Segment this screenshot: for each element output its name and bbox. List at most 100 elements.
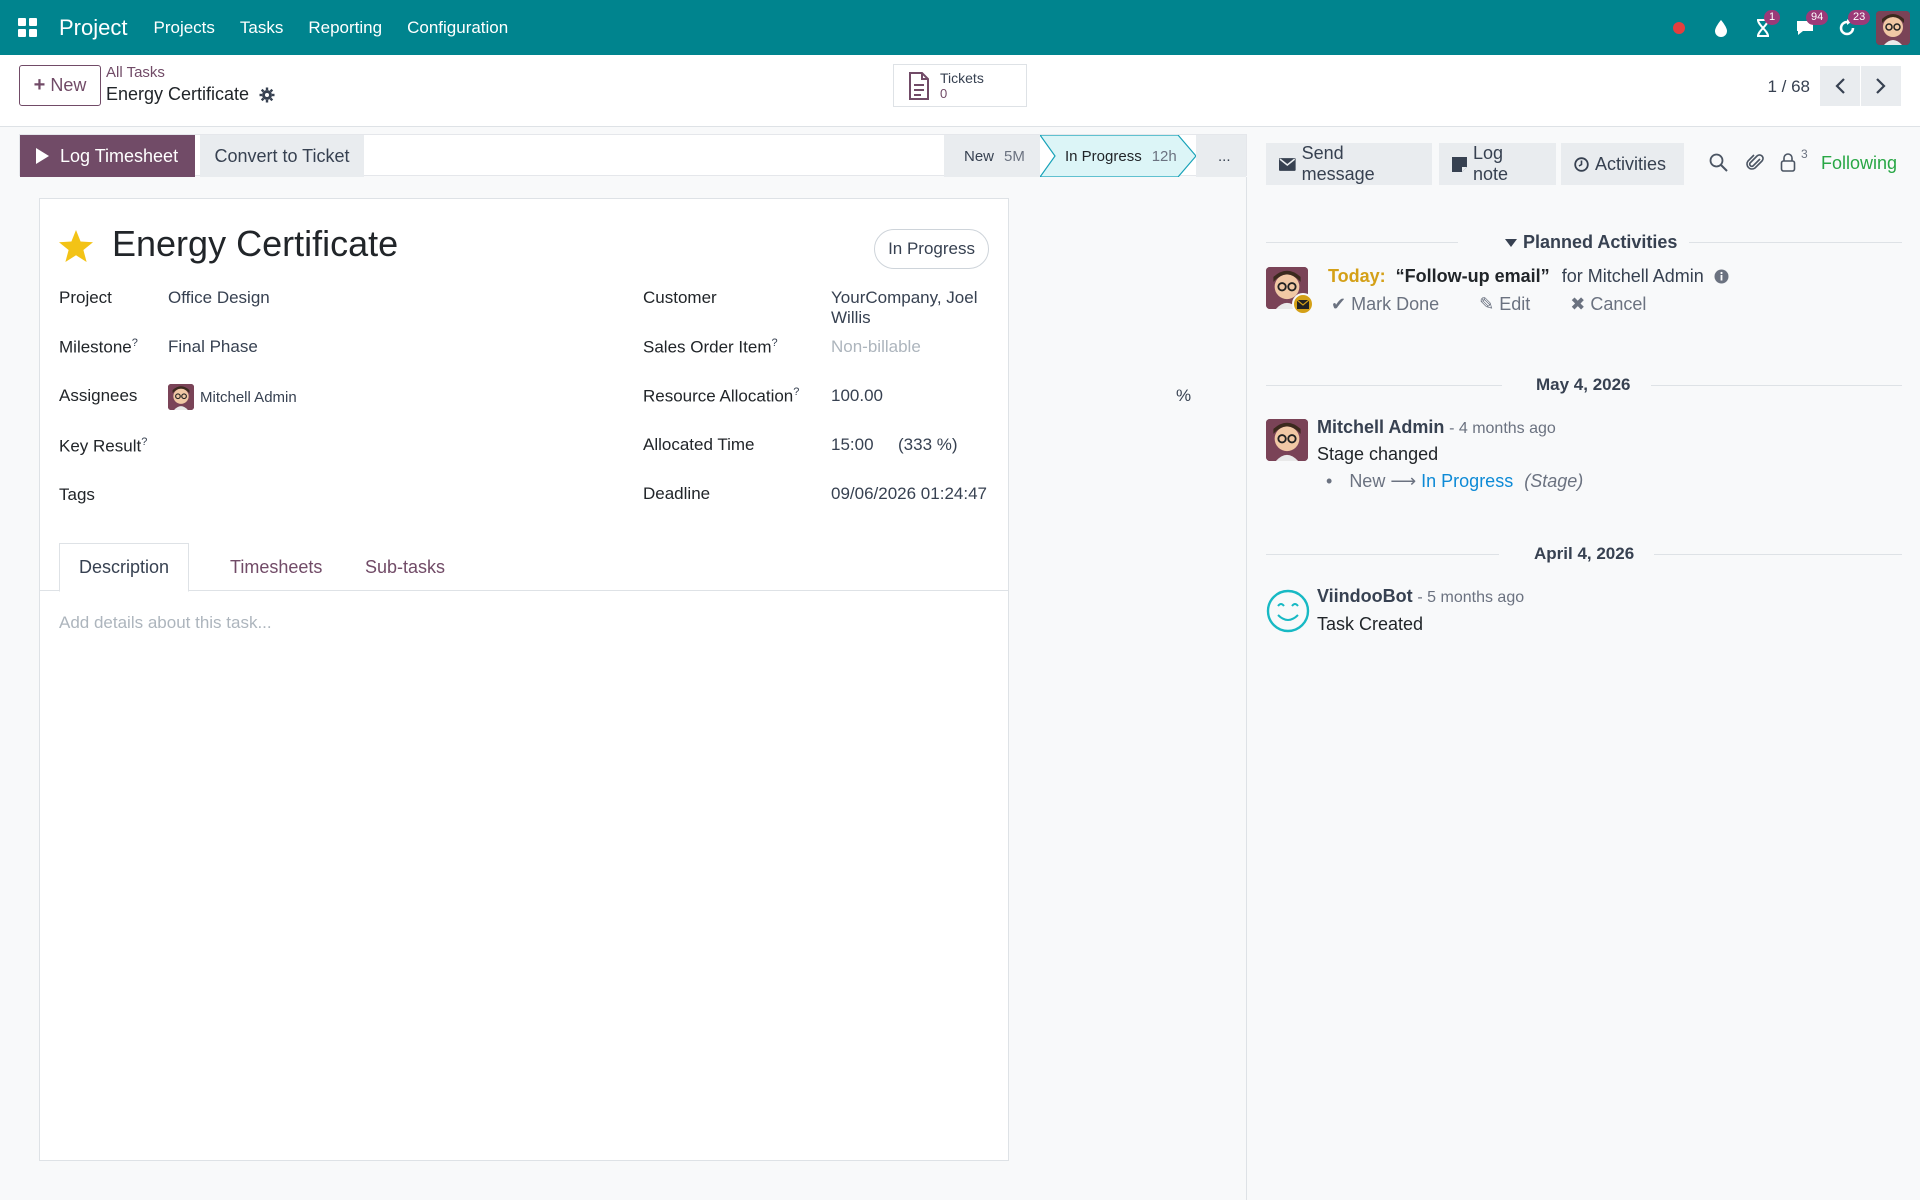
- mark-done-button[interactable]: ✔ Mark Done: [1331, 294, 1459, 315]
- menu-reporting[interactable]: Reporting: [308, 18, 382, 38]
- apps-menu-icon[interactable]: [0, 0, 55, 55]
- tab-description[interactable]: Description: [59, 543, 190, 592]
- sales-order-item-field[interactable]: Non-billable: [831, 337, 921, 357]
- planned-activities-toggle[interactable]: Planned Activities: [1505, 232, 1677, 253]
- date-separator-left-2: [1266, 554, 1499, 555]
- menu-tasks[interactable]: Tasks: [240, 18, 283, 38]
- task-state-button[interactable]: In Progress: [874, 229, 989, 269]
- activities-button[interactable]: Activities: [1561, 143, 1684, 185]
- message-header-1: Mitchell Admin - 4 months ago: [1317, 417, 1556, 438]
- edit-label: Edit: [1499, 294, 1531, 314]
- key-result-field[interactable]: [168, 436, 608, 458]
- message-author-1[interactable]: Mitchell Admin: [1317, 417, 1444, 437]
- note-icon: [1452, 156, 1467, 172]
- menu-configuration[interactable]: Configuration: [407, 18, 508, 38]
- paperclip-icon[interactable]: [1746, 153, 1765, 172]
- activity-badge: 1: [1764, 10, 1781, 25]
- updates-icon[interactable]: 23: [1826, 0, 1871, 55]
- date-separator-left-1: [1266, 385, 1502, 386]
- form-statusbar: Log Timesheet Convert to Ticket New 5M I…: [19, 134, 1247, 177]
- tracking-value: • New ⟶ In Progress (Stage): [1326, 471, 1584, 491]
- breadcrumb-all-tasks[interactable]: All Tasks: [106, 64, 165, 81]
- resource-allocation-field[interactable]: 100.00: [831, 386, 883, 406]
- message-author-2[interactable]: ViindooBot: [1317, 586, 1413, 606]
- droplet-icon[interactable]: [1700, 0, 1742, 55]
- assignees-label: Assignees: [59, 386, 138, 405]
- tags-field[interactable]: [168, 485, 608, 507]
- edit-activity-button[interactable]: ✎ Edit: [1479, 294, 1550, 315]
- activity-actions: ✔ Mark Done ✎ Edit ✖ Cancel: [1331, 294, 1686, 315]
- resource-allocation-unit: %: [1176, 386, 1192, 405]
- viindoobot-smiley-icon: [1266, 589, 1310, 633]
- key-result-label-text: Key Result: [59, 436, 142, 456]
- messages-badge: 94: [1806, 10, 1829, 25]
- convert-to-ticket-button[interactable]: Convert to Ticket: [200, 135, 364, 177]
- project-field[interactable]: Office Design: [168, 288, 270, 308]
- tracking-new-value: In Progress: [1421, 471, 1514, 491]
- new-button[interactable]: + New: [19, 65, 101, 106]
- tracking-field: (Stage): [1524, 471, 1584, 491]
- log-note-button[interactable]: Log note: [1439, 143, 1556, 185]
- app-brand[interactable]: Project: [59, 15, 127, 41]
- description-editor[interactable]: Add details about this task...: [59, 613, 272, 633]
- user-avatar[interactable]: [1876, 10, 1910, 45]
- breadcrumb-current-label: Energy Certificate: [106, 84, 250, 104]
- milestone-label: Milestone?: [59, 337, 138, 358]
- tickets-smart-button[interactable]: Tickets 0: [893, 64, 1027, 107]
- menu-projects[interactable]: Projects: [153, 18, 214, 38]
- tab-timesheets[interactable]: Timesheets: [211, 543, 341, 591]
- pager-previous-button[interactable]: [1820, 66, 1860, 106]
- search-icon[interactable]: [1709, 153, 1728, 172]
- arrow-right-icon: ⟶: [1390, 471, 1422, 491]
- milestone-field[interactable]: Final Phase: [168, 337, 258, 357]
- resource-allocation-help-icon[interactable]: ?: [793, 386, 799, 398]
- recording-dot-icon[interactable]: [1658, 0, 1700, 55]
- activity-today-label: Today:: [1328, 266, 1386, 286]
- stage-more-button[interactable]: ...: [1196, 135, 1246, 177]
- control-panel: + New All Tasks Energy Certificate Ticke…: [0, 55, 1920, 127]
- tickets-label: Tickets: [940, 69, 984, 86]
- customer-field[interactable]: YourCompany, Joel Willis: [831, 288, 1008, 328]
- pager-next-button[interactable]: [1861, 66, 1901, 106]
- message-time-2: - 5 months ago: [1417, 589, 1525, 606]
- message-header-2: ViindooBot - 5 months ago: [1317, 586, 1524, 607]
- messages-icon[interactable]: 94: [1784, 0, 1829, 55]
- assignees-field[interactable]: Mitchell Admin: [168, 384, 297, 410]
- planned-activities-title: Planned Activities: [1523, 232, 1678, 252]
- gear-icon[interactable]: [259, 87, 275, 103]
- top-navbar: Project Projects Tasks Reporting Configu…: [0, 0, 1920, 55]
- form-sheet: Energy Certificate In Progress Project O…: [39, 198, 1191, 1161]
- followers-count[interactable]: 3: [1801, 147, 1808, 161]
- cancel-label: Cancel: [1590, 294, 1647, 314]
- pager-value[interactable]: 1 / 68: [1767, 77, 1810, 97]
- sales-order-item-label-text: Sales Order Item: [643, 337, 772, 357]
- stage-in-progress[interactable]: In Progress 12h: [1040, 135, 1196, 177]
- following-button[interactable]: Following: [1821, 153, 1897, 174]
- log-timesheet-button[interactable]: Log Timesheet: [20, 135, 195, 177]
- key-result-help-icon[interactable]: ?: [141, 436, 147, 448]
- date-separator-right-2: [1654, 554, 1902, 555]
- send-message-button[interactable]: Send message: [1266, 143, 1432, 185]
- sales-order-item-help-icon[interactable]: ?: [772, 337, 778, 349]
- message-body-2: Task Created: [1317, 614, 1424, 634]
- play-icon: [36, 148, 49, 164]
- allocated-time-label: Allocated Time: [643, 435, 755, 454]
- activity-summary: “Follow-up email”: [1395, 266, 1550, 286]
- deadline-field[interactable]: 09/06/2026 01:24:47: [831, 484, 987, 504]
- milestone-help-icon[interactable]: ?: [132, 337, 138, 349]
- allocated-time-field[interactable]: 15:00: [831, 435, 874, 455]
- plus-icon: +: [33, 74, 46, 96]
- chatter-panel: Send message Log note Activities 3 Follo…: [1248, 127, 1920, 1200]
- message-time-1: - 4 months ago: [1449, 420, 1556, 437]
- activities-label: Activities: [1595, 153, 1667, 174]
- star-priority-icon[interactable]: [58, 229, 94, 263]
- stage-new[interactable]: New 5M: [944, 135, 1040, 177]
- message-avatar-mitchell: [1266, 419, 1308, 461]
- followers-lock-icon[interactable]: [1780, 153, 1796, 172]
- activity-hourglass-icon[interactable]: 1: [1742, 0, 1784, 55]
- tab-sub-tasks[interactable]: Sub-tasks: [346, 543, 464, 591]
- task-title[interactable]: Energy Certificate: [112, 223, 398, 265]
- info-icon[interactable]: [1714, 269, 1729, 284]
- document-icon: [909, 71, 929, 100]
- cancel-activity-button[interactable]: ✖ Cancel: [1570, 294, 1666, 315]
